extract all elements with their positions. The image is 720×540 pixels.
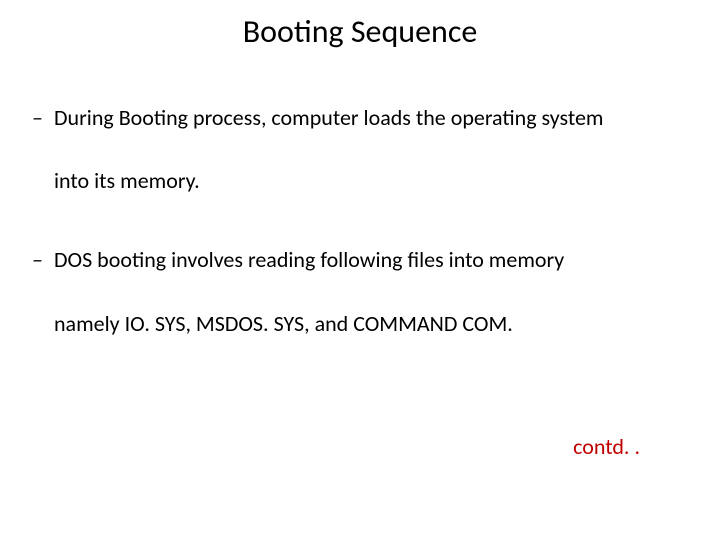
slide-title: Booting Sequence	[0, 12, 720, 51]
spacer	[32, 198, 688, 242]
bullet-text: During Booting process, computer loads t…	[54, 100, 604, 135]
bullet-item: – DOS booting involves reading following…	[32, 242, 688, 277]
bullet-text: DOS booting involves reading following f…	[54, 242, 564, 277]
slide-body: – During Booting process, computer loads…	[32, 100, 688, 341]
bullet-dash: –	[32, 242, 54, 277]
bullet-item: – During Booting process, computer loads…	[32, 100, 688, 135]
bullet-continuation: into its memory.	[54, 163, 688, 198]
slide: Booting Sequence – During Booting proces…	[0, 0, 720, 540]
bullet-dash: –	[32, 100, 54, 135]
bullet-continuation: namely IO. SYS, MSDOS. SYS, and COMMAND …	[54, 306, 688, 341]
continued-label: contd. .	[573, 433, 640, 460]
